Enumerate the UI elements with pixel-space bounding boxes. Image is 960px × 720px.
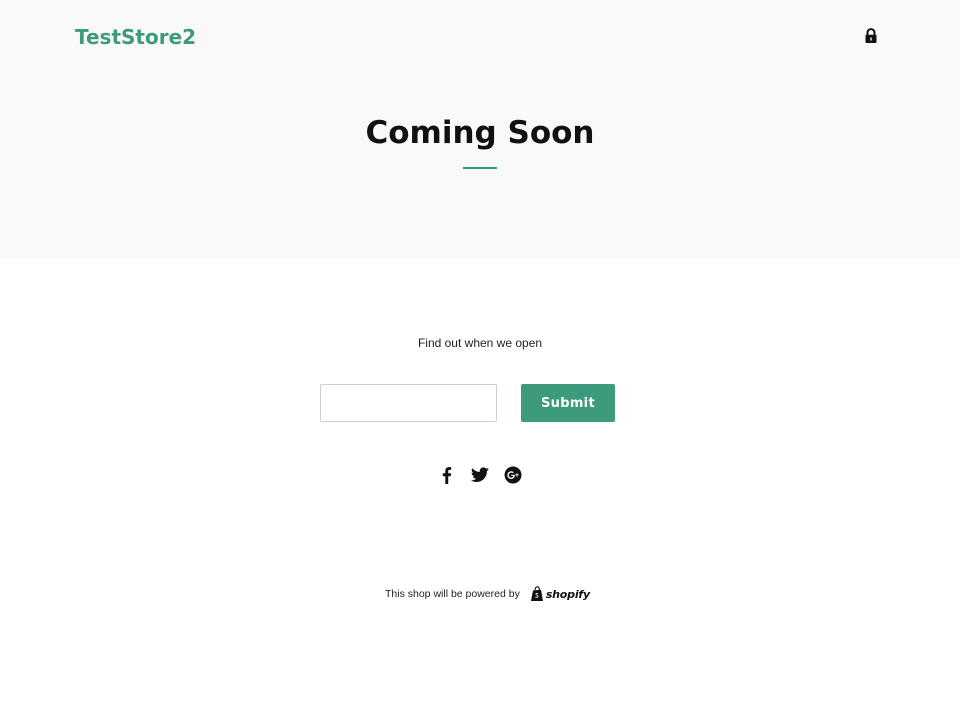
powered-by-text: This shop will be powered by xyxy=(385,588,520,600)
lock-icon[interactable] xyxy=(864,28,878,44)
twitter-icon[interactable] xyxy=(470,466,490,484)
google-plus-icon[interactable] xyxy=(503,466,523,484)
powered-by: This shop will be powered by shopify xyxy=(385,585,590,603)
email-input[interactable] xyxy=(320,384,497,422)
shopify-wordmark: shopify xyxy=(545,587,590,601)
hero-section: TestStore2 Coming Soon xyxy=(0,0,960,259)
title-underline xyxy=(463,167,497,169)
store-name-link[interactable]: TestStore2 xyxy=(75,24,196,50)
shopify-bag-icon xyxy=(530,586,543,601)
shopify-logo-link[interactable]: shopify xyxy=(530,586,590,602)
signup-label: Find out when we open xyxy=(417,336,543,350)
facebook-icon[interactable] xyxy=(437,466,457,484)
page-title: Coming Soon xyxy=(365,115,595,151)
submit-button[interactable]: Submit xyxy=(521,384,615,422)
